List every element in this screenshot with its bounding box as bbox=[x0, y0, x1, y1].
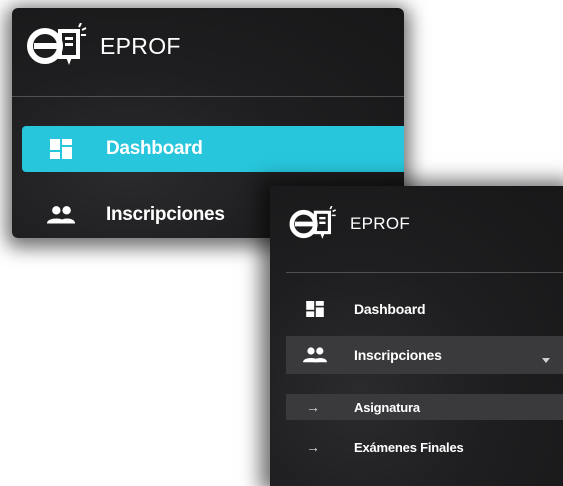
header-divider bbox=[286, 272, 563, 273]
dashboard-icon bbox=[302, 301, 328, 317]
app-name: EPROF bbox=[350, 214, 411, 233]
sidebar-subitem-label: Asignatura bbox=[354, 399, 420, 415]
arrow-right-icon: → bbox=[306, 399, 320, 415]
sidebar-item-dashboard[interactable]: Dashboard bbox=[22, 126, 404, 172]
people-icon bbox=[302, 347, 328, 363]
sidebar-item-label: Inscripciones bbox=[354, 347, 442, 363]
brand[interactable]: EPROF bbox=[26, 18, 181, 74]
app-name: EPROF bbox=[100, 32, 181, 59]
brand[interactable]: EPROF bbox=[288, 204, 410, 244]
sidebar-item-label: Inscripciones bbox=[106, 204, 225, 225]
people-icon bbox=[46, 205, 76, 225]
sidebar-item-inscripciones[interactable]: Inscripciones bbox=[286, 336, 563, 374]
caret-down-icon[interactable] bbox=[542, 351, 550, 369]
sidebar-subitem-asignatura[interactable]: → Asignatura bbox=[286, 394, 563, 420]
sidebar-subitem-label: Exámenes Finales bbox=[354, 439, 464, 455]
dashboard-icon bbox=[46, 139, 76, 159]
eprof-logo-icon bbox=[26, 23, 88, 69]
sidebar-panel-expanded: EPROF Dashboard Inscripciones → Asignatu… bbox=[270, 186, 563, 486]
sidebar-subitem-examenes-finales[interactable]: → Exámenes Finales bbox=[286, 434, 563, 460]
arrow-right-icon: → bbox=[306, 439, 320, 455]
sidebar-item-label: Dashboard bbox=[106, 138, 203, 159]
header-divider bbox=[12, 96, 404, 97]
eprof-logo-icon bbox=[288, 206, 338, 242]
sidebar-item-dashboard[interactable]: Dashboard bbox=[286, 290, 563, 328]
sidebar-item-label: Dashboard bbox=[354, 301, 426, 317]
